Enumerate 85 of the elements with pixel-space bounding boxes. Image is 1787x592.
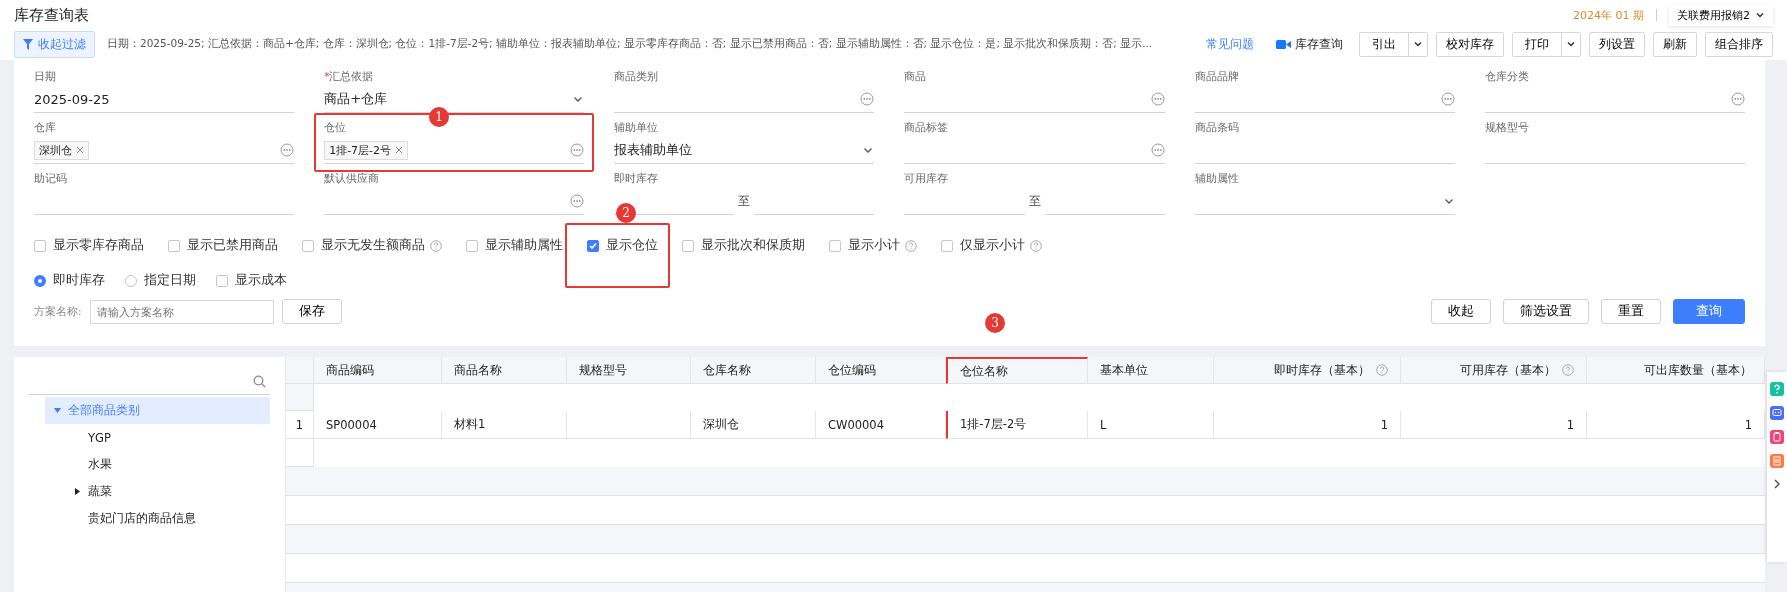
column-header: 商品编码 xyxy=(314,357,442,384)
help-icon[interactable] xyxy=(430,239,442,252)
scheme-name-input[interactable]: 请输入方案名称 xyxy=(89,299,274,324)
column-header: 基本单位 xyxy=(1088,357,1214,384)
column-header: 即时库存（基本） xyxy=(1214,357,1401,384)
toolbar-button[interactable]: 组合排序 xyxy=(1705,31,1773,57)
checkbox[interactable]: 显示小计 xyxy=(829,237,900,254)
table-cell: 1排-7层-2号 xyxy=(946,411,1088,439)
column-header: 仓位编码 xyxy=(816,357,946,384)
checkbox[interactable]: 显示批次和保质期 xyxy=(682,237,805,254)
checkbox[interactable]: 仅显示小计 xyxy=(941,237,1025,254)
filter-summary: 日期：2025-09-25; 汇总依据：商品+仓库; 仓库：深圳仓; 仓位：1排-7层-2号; 辅助单位：报表辅助单位; 显示零库存商品：否; 显示已禁用商品：否; 显示辅助属性：否; 显示仓位：是; 显示批次和保质期：否; 显示... xyxy=(107,37,1153,51)
action-button[interactable]: 收起 xyxy=(1431,299,1491,324)
tag: 深圳仓 xyxy=(34,140,89,160)
column-header: 可出库数量（基本） xyxy=(1587,357,1765,384)
more-icon[interactable] xyxy=(570,194,585,208)
close-icon[interactable] xyxy=(395,146,404,154)
more-icon[interactable] xyxy=(1150,143,1165,157)
query-button[interactable]: 查询 xyxy=(1673,299,1745,324)
row-number: 1 xyxy=(286,411,314,439)
video-link[interactable]: 库存查询 xyxy=(1276,35,1343,53)
checkbox[interactable]: 显示无发生额商品 xyxy=(302,237,425,254)
more-icon[interactable] xyxy=(860,92,875,106)
document-icon[interactable] xyxy=(1770,454,1784,468)
save-button[interactable]: 保存 xyxy=(281,299,342,324)
chevron-down-icon xyxy=(1413,39,1423,49)
column-header: 商品名称 xyxy=(442,357,567,384)
toolbar-button[interactable]: 列设置 xyxy=(1589,31,1645,57)
filter-toggle-button[interactable]: 收起过滤 xyxy=(14,30,95,58)
table-cell: 1 xyxy=(1401,411,1587,439)
search-icon[interactable] xyxy=(253,375,266,388)
chevron-down-icon xyxy=(1566,39,1576,49)
column-header: 仓库名称 xyxy=(691,357,816,384)
table-cell: 1 xyxy=(1214,411,1401,439)
dropdown-toggle[interactable] xyxy=(1561,32,1580,56)
tree-item[interactable]: YGP xyxy=(45,424,270,451)
help-icon[interactable] xyxy=(1770,382,1784,396)
close-icon[interactable] xyxy=(76,146,84,154)
scheme-label: 方案名称: xyxy=(34,304,82,319)
help-icon[interactable] xyxy=(1376,364,1388,376)
tree-item[interactable]: 蔬菜 xyxy=(45,478,270,505)
checkbox[interactable]: 显示辅助属性 xyxy=(466,237,563,254)
more-icon[interactable] xyxy=(1731,92,1745,106)
clipboard-icon[interactable] xyxy=(1770,430,1784,444)
toolbar-button[interactable]: 刷新 xyxy=(1653,31,1697,57)
help-icon[interactable] xyxy=(905,239,917,252)
video-camera-icon xyxy=(1276,38,1291,50)
column-header: 规格型号 xyxy=(567,357,691,384)
chat-icon[interactable] xyxy=(1770,406,1784,420)
filter-icon xyxy=(23,38,33,50)
check-icon xyxy=(588,240,598,251)
table-cell: L xyxy=(1088,411,1214,439)
help-icon[interactable] xyxy=(1562,364,1574,376)
more-icon[interactable] xyxy=(280,143,295,157)
more-icon[interactable] xyxy=(1150,92,1165,106)
column-header: 可用库存（基本） xyxy=(1401,357,1587,384)
table-cell: 1 xyxy=(1587,411,1765,439)
account-menu[interactable]: 关联费用报销2 xyxy=(1669,4,1773,26)
table-cell: 深圳仓 xyxy=(691,411,816,439)
chevron-down-icon xyxy=(1755,10,1765,20)
action-button[interactable]: 筛选设置 xyxy=(1503,299,1589,324)
dropdown-toggle[interactable] xyxy=(1408,32,1427,56)
table-cell: CW00004 xyxy=(816,411,946,439)
faq-link[interactable]: 常见问题 xyxy=(1206,35,1254,53)
checkbox[interactable]: 显示仓位 xyxy=(565,223,670,288)
action-button[interactable]: 重置 xyxy=(1601,299,1661,324)
chevron-right-icon[interactable] xyxy=(1772,478,1782,490)
tree-item[interactable]: 贵妃门店的商品信息 xyxy=(45,505,270,532)
more-icon[interactable] xyxy=(570,143,585,157)
help-icon[interactable] xyxy=(1030,239,1042,252)
checkbox[interactable]: 显示成本 xyxy=(216,272,287,289)
caret-icon[interactable] xyxy=(73,487,82,496)
radio-button[interactable]: 即时库存 xyxy=(34,272,105,289)
table-cell: SP00004 xyxy=(314,411,442,439)
column-header: 仓位名称 xyxy=(946,357,1088,384)
toolbar-button[interactable]: 校对库存 xyxy=(1436,31,1504,57)
checkbox[interactable]: 显示零库存商品 xyxy=(34,237,144,254)
tree-item[interactable]: 水果 xyxy=(45,451,270,478)
table-cell: 材料1 xyxy=(442,411,567,439)
period-label: 2024年 01 期 xyxy=(1573,7,1644,23)
more-icon[interactable] xyxy=(1440,92,1455,106)
radio-button[interactable]: 指定日期 xyxy=(125,272,196,289)
page-title: 库存查询表 xyxy=(14,5,89,25)
tag: 1排-7层-2号 xyxy=(324,140,409,160)
checkbox[interactable]: 显示已禁用商品 xyxy=(168,237,278,254)
